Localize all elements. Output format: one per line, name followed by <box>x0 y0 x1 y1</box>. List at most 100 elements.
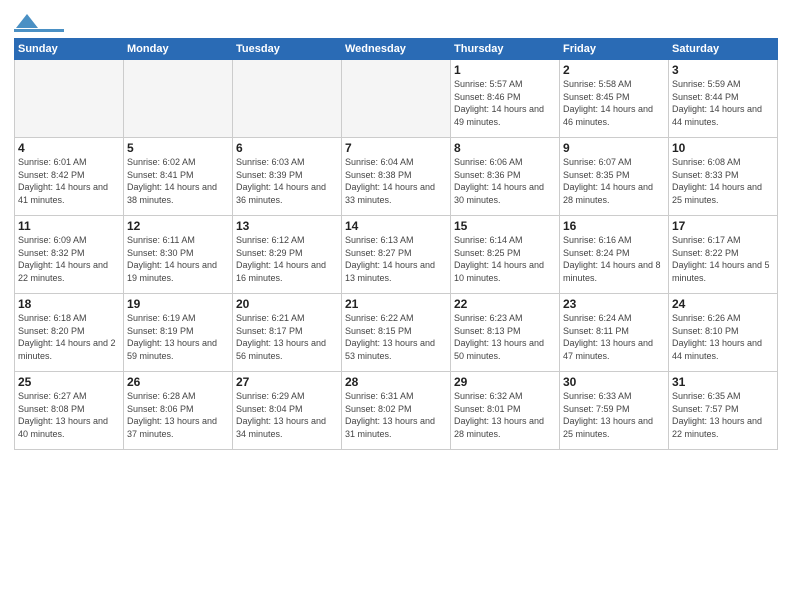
day-header-thursday: Thursday <box>451 39 560 60</box>
day-info: Sunrise: 6:28 AM Sunset: 8:06 PM Dayligh… <box>127 390 229 440</box>
week-row-1: 1Sunrise: 5:57 AM Sunset: 8:46 PM Daylig… <box>15 60 778 138</box>
day-number: 11 <box>18 219 120 233</box>
calendar-cell: 30Sunrise: 6:33 AM Sunset: 7:59 PM Dayli… <box>560 372 669 450</box>
calendar-cell: 24Sunrise: 6:26 AM Sunset: 8:10 PM Dayli… <box>669 294 778 372</box>
calendar-cell: 1Sunrise: 5:57 AM Sunset: 8:46 PM Daylig… <box>451 60 560 138</box>
day-info: Sunrise: 6:01 AM Sunset: 8:42 PM Dayligh… <box>18 156 120 206</box>
day-number: 12 <box>127 219 229 233</box>
calendar-cell: 22Sunrise: 6:23 AM Sunset: 8:13 PM Dayli… <box>451 294 560 372</box>
calendar-cell: 28Sunrise: 6:31 AM Sunset: 8:02 PM Dayli… <box>342 372 451 450</box>
day-info: Sunrise: 6:35 AM Sunset: 7:57 PM Dayligh… <box>672 390 774 440</box>
day-number: 7 <box>345 141 447 155</box>
day-info: Sunrise: 6:32 AM Sunset: 8:01 PM Dayligh… <box>454 390 556 440</box>
calendar-cell: 15Sunrise: 6:14 AM Sunset: 8:25 PM Dayli… <box>451 216 560 294</box>
day-info: Sunrise: 5:57 AM Sunset: 8:46 PM Dayligh… <box>454 78 556 128</box>
day-info: Sunrise: 6:04 AM Sunset: 8:38 PM Dayligh… <box>345 156 447 206</box>
calendar-cell: 31Sunrise: 6:35 AM Sunset: 7:57 PM Dayli… <box>669 372 778 450</box>
calendar-cell: 14Sunrise: 6:13 AM Sunset: 8:27 PM Dayli… <box>342 216 451 294</box>
day-info: Sunrise: 6:14 AM Sunset: 8:25 PM Dayligh… <box>454 234 556 284</box>
day-number: 16 <box>563 219 665 233</box>
day-number: 3 <box>672 63 774 77</box>
calendar-cell: 13Sunrise: 6:12 AM Sunset: 8:29 PM Dayli… <box>233 216 342 294</box>
day-number: 28 <box>345 375 447 389</box>
calendar-cell: 23Sunrise: 6:24 AM Sunset: 8:11 PM Dayli… <box>560 294 669 372</box>
day-number: 25 <box>18 375 120 389</box>
day-number: 31 <box>672 375 774 389</box>
calendar-cell <box>15 60 124 138</box>
calendar-cell: 2Sunrise: 5:58 AM Sunset: 8:45 PM Daylig… <box>560 60 669 138</box>
day-header-tuesday: Tuesday <box>233 39 342 60</box>
calendar-cell: 27Sunrise: 6:29 AM Sunset: 8:04 PM Dayli… <box>233 372 342 450</box>
day-number: 27 <box>236 375 338 389</box>
day-info: Sunrise: 6:08 AM Sunset: 8:33 PM Dayligh… <box>672 156 774 206</box>
week-row-5: 25Sunrise: 6:27 AM Sunset: 8:08 PM Dayli… <box>15 372 778 450</box>
day-info: Sunrise: 6:22 AM Sunset: 8:15 PM Dayligh… <box>345 312 447 362</box>
day-info: Sunrise: 5:58 AM Sunset: 8:45 PM Dayligh… <box>563 78 665 128</box>
week-row-2: 4Sunrise: 6:01 AM Sunset: 8:42 PM Daylig… <box>15 138 778 216</box>
day-header-monday: Monday <box>124 39 233 60</box>
day-info: Sunrise: 6:33 AM Sunset: 7:59 PM Dayligh… <box>563 390 665 440</box>
day-header-wednesday: Wednesday <box>342 39 451 60</box>
day-number: 21 <box>345 297 447 311</box>
calendar-cell: 10Sunrise: 6:08 AM Sunset: 8:33 PM Dayli… <box>669 138 778 216</box>
page-container: SundayMondayTuesdayWednesdayThursdayFrid… <box>0 0 792 458</box>
calendar-cell: 11Sunrise: 6:09 AM Sunset: 8:32 PM Dayli… <box>15 216 124 294</box>
day-number: 30 <box>563 375 665 389</box>
day-number: 13 <box>236 219 338 233</box>
day-info: Sunrise: 5:59 AM Sunset: 8:44 PM Dayligh… <box>672 78 774 128</box>
day-info: Sunrise: 6:06 AM Sunset: 8:36 PM Dayligh… <box>454 156 556 206</box>
day-info: Sunrise: 6:11 AM Sunset: 8:30 PM Dayligh… <box>127 234 229 284</box>
week-row-4: 18Sunrise: 6:18 AM Sunset: 8:20 PM Dayli… <box>15 294 778 372</box>
calendar-cell <box>342 60 451 138</box>
calendar-cell: 21Sunrise: 6:22 AM Sunset: 8:15 PM Dayli… <box>342 294 451 372</box>
header-row: SundayMondayTuesdayWednesdayThursdayFrid… <box>15 39 778 60</box>
calendar-cell: 29Sunrise: 6:32 AM Sunset: 8:01 PM Dayli… <box>451 372 560 450</box>
logo-underline <box>14 29 64 32</box>
day-info: Sunrise: 6:18 AM Sunset: 8:20 PM Dayligh… <box>18 312 120 362</box>
calendar-cell: 7Sunrise: 6:04 AM Sunset: 8:38 PM Daylig… <box>342 138 451 216</box>
day-info: Sunrise: 6:16 AM Sunset: 8:24 PM Dayligh… <box>563 234 665 284</box>
day-info: Sunrise: 6:12 AM Sunset: 8:29 PM Dayligh… <box>236 234 338 284</box>
day-number: 24 <box>672 297 774 311</box>
day-info: Sunrise: 6:13 AM Sunset: 8:27 PM Dayligh… <box>345 234 447 284</box>
calendar-cell <box>124 60 233 138</box>
day-info: Sunrise: 6:03 AM Sunset: 8:39 PM Dayligh… <box>236 156 338 206</box>
calendar-cell: 12Sunrise: 6:11 AM Sunset: 8:30 PM Dayli… <box>124 216 233 294</box>
header <box>14 10 778 32</box>
day-info: Sunrise: 6:23 AM Sunset: 8:13 PM Dayligh… <box>454 312 556 362</box>
calendar-cell: 25Sunrise: 6:27 AM Sunset: 8:08 PM Dayli… <box>15 372 124 450</box>
day-info: Sunrise: 6:26 AM Sunset: 8:10 PM Dayligh… <box>672 312 774 362</box>
day-header-friday: Friday <box>560 39 669 60</box>
day-number: 20 <box>236 297 338 311</box>
day-number: 14 <box>345 219 447 233</box>
day-number: 18 <box>18 297 120 311</box>
calendar-cell: 16Sunrise: 6:16 AM Sunset: 8:24 PM Dayli… <box>560 216 669 294</box>
calendar-cell: 9Sunrise: 6:07 AM Sunset: 8:35 PM Daylig… <box>560 138 669 216</box>
day-number: 22 <box>454 297 556 311</box>
day-header-sunday: Sunday <box>15 39 124 60</box>
calendar-cell: 17Sunrise: 6:17 AM Sunset: 8:22 PM Dayli… <box>669 216 778 294</box>
day-number: 29 <box>454 375 556 389</box>
day-number: 9 <box>563 141 665 155</box>
calendar-cell: 20Sunrise: 6:21 AM Sunset: 8:17 PM Dayli… <box>233 294 342 372</box>
day-info: Sunrise: 6:27 AM Sunset: 8:08 PM Dayligh… <box>18 390 120 440</box>
logo-icon <box>16 14 38 28</box>
day-info: Sunrise: 6:19 AM Sunset: 8:19 PM Dayligh… <box>127 312 229 362</box>
day-number: 19 <box>127 297 229 311</box>
calendar-cell: 3Sunrise: 5:59 AM Sunset: 8:44 PM Daylig… <box>669 60 778 138</box>
week-row-3: 11Sunrise: 6:09 AM Sunset: 8:32 PM Dayli… <box>15 216 778 294</box>
day-number: 26 <box>127 375 229 389</box>
day-info: Sunrise: 6:02 AM Sunset: 8:41 PM Dayligh… <box>127 156 229 206</box>
day-number: 8 <box>454 141 556 155</box>
calendar-cell <box>233 60 342 138</box>
day-header-saturday: Saturday <box>669 39 778 60</box>
calendar-cell: 5Sunrise: 6:02 AM Sunset: 8:41 PM Daylig… <box>124 138 233 216</box>
calendar-cell: 8Sunrise: 6:06 AM Sunset: 8:36 PM Daylig… <box>451 138 560 216</box>
day-number: 10 <box>672 141 774 155</box>
calendar-cell: 6Sunrise: 6:03 AM Sunset: 8:39 PM Daylig… <box>233 138 342 216</box>
day-number: 17 <box>672 219 774 233</box>
calendar-table: SundayMondayTuesdayWednesdayThursdayFrid… <box>14 38 778 450</box>
calendar-cell: 18Sunrise: 6:18 AM Sunset: 8:20 PM Dayli… <box>15 294 124 372</box>
day-info: Sunrise: 6:31 AM Sunset: 8:02 PM Dayligh… <box>345 390 447 440</box>
calendar-cell: 19Sunrise: 6:19 AM Sunset: 8:19 PM Dayli… <box>124 294 233 372</box>
